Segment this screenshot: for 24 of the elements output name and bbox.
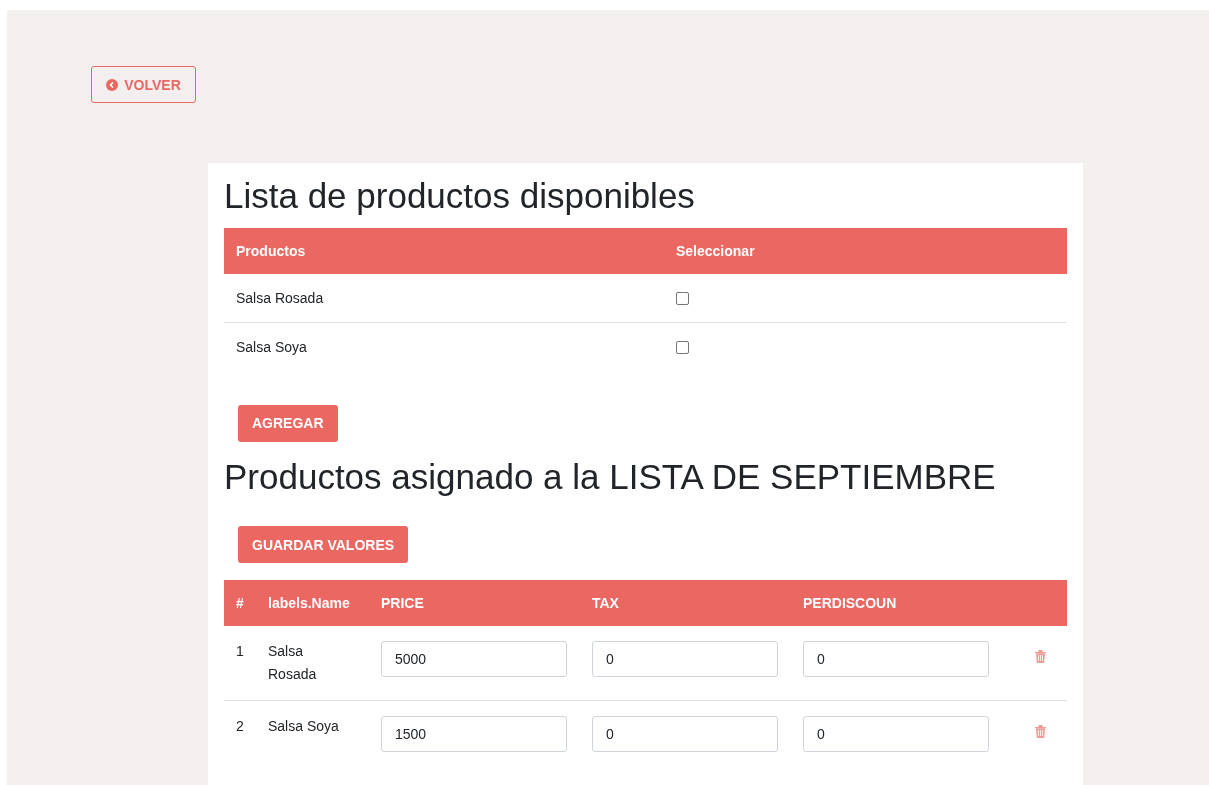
tax-field[interactable]: 0 [592,716,778,752]
column-header: TAX [592,595,619,611]
tax-field[interactable]: 0 [592,641,778,677]
row-number: 1 [236,643,244,659]
checkbox[interactable] [676,292,689,306]
section-title: Lista de productos disponibles [224,177,696,216]
arrow-circle-icon [106,78,119,91]
column-header: Productos [224,227,664,274]
column-header: # [236,595,244,611]
checkbox[interactable] [676,341,689,355]
discount-field[interactable]: 0 [803,716,989,752]
product-name: Salsa Rosada [268,643,317,682]
discount-field[interactable]: 0 [803,641,989,677]
product-name: Salsa Soya [268,718,339,734]
column-header: Seleccionar [664,227,1067,274]
product-name: Salsa Rosada [236,289,324,306]
section-title: Productos asignado a la LISTA DE SEPTIEMBRE [224,457,997,496]
price-field[interactable]: 5000 [381,641,567,677]
column-header: PERDISCOUN [803,595,897,611]
row-number: 2 [236,718,244,734]
product-name: Salsa Soya [236,338,307,355]
column-header: labels.Name [268,595,350,611]
column-header: PRICE [381,595,424,611]
price-field[interactable]: 1500 [381,716,567,752]
